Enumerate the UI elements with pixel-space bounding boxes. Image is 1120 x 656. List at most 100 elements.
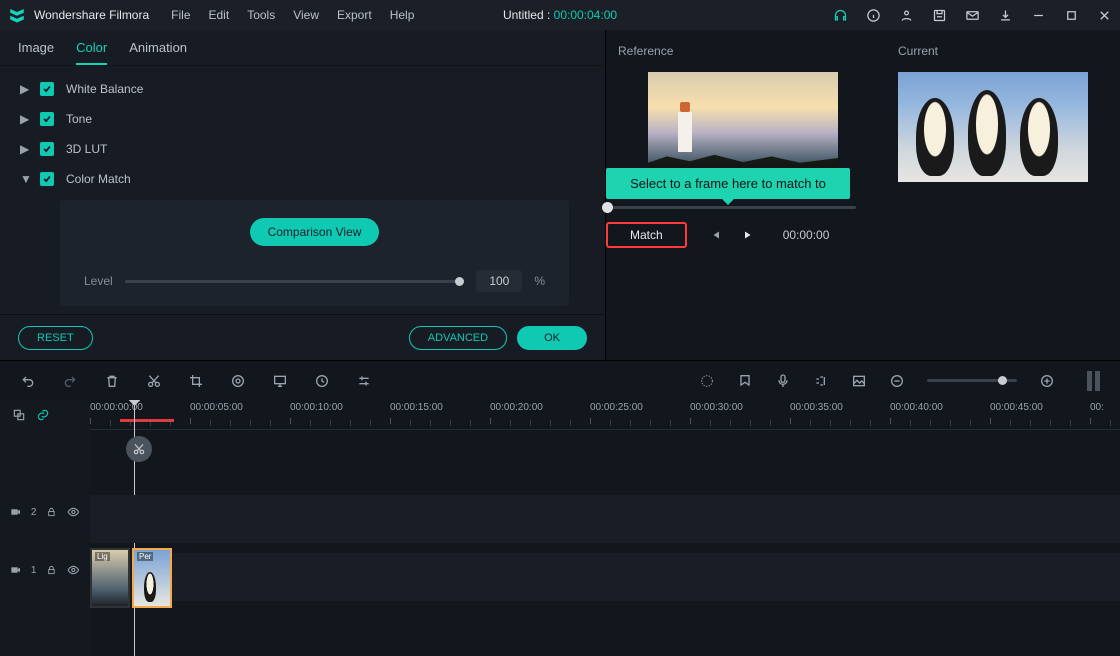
undo-icon[interactable]	[20, 373, 36, 389]
clip-penguins[interactable]: Per	[132, 548, 172, 608]
caret-down-icon: ▼	[20, 172, 28, 186]
crop-icon[interactable]	[188, 373, 204, 389]
caret-right-icon: ▶	[20, 142, 28, 156]
prev-frame-icon[interactable]	[709, 229, 721, 241]
main-menu: File Edit Tools View Export Help	[171, 8, 414, 22]
clip-1-label: Lig	[95, 552, 110, 561]
section-color-match[interactable]: ▼ Color Match	[16, 164, 589, 194]
match-button[interactable]: Match	[606, 222, 687, 248]
level-value[interactable]: 100	[476, 270, 522, 292]
checkbox-3d-lut[interactable]	[40, 142, 54, 156]
timeline: 2 1 00:00:00:0000:00:05:0000:00:10:0000:…	[0, 400, 1120, 656]
titlebar: Wondershare Filmora File Edit Tools View…	[0, 0, 1120, 30]
marker-icon[interactable]	[737, 373, 753, 389]
preview-panel: Reference Select to a frame here to matc…	[605, 30, 1120, 360]
menu-help[interactable]: Help	[390, 8, 415, 22]
section-3d-lut[interactable]: ▶ 3D LUT	[16, 134, 589, 164]
redo-icon[interactable]	[62, 373, 78, 389]
clip-lighthouse[interactable]: Lig	[90, 548, 130, 608]
tab-image[interactable]: Image	[18, 40, 54, 65]
headphones-icon[interactable]	[833, 8, 848, 23]
image-icon[interactable]	[851, 373, 867, 389]
ruler-tick: 00:00:15:00	[390, 402, 443, 413]
menu-view[interactable]: View	[293, 8, 319, 22]
reference-timecode: 00:00:00	[783, 228, 830, 242]
menu-file[interactable]: File	[171, 8, 190, 22]
scissor-handle[interactable]	[126, 436, 152, 462]
section-white-balance[interactable]: ▶ White Balance	[16, 74, 589, 104]
menu-tools[interactable]: Tools	[247, 8, 275, 22]
caret-right-icon: ▶	[20, 82, 28, 96]
timeline-tracks[interactable]: 00:00:00:0000:00:05:0000:00:10:0000:00:1…	[90, 400, 1120, 656]
document-title: Untitled : 00:00:04:00	[503, 8, 617, 22]
advanced-button[interactable]: ADVANCED	[409, 326, 507, 350]
label-white-balance: White Balance	[66, 82, 143, 96]
track-2-number: 2	[31, 507, 37, 518]
menu-export[interactable]: Export	[337, 8, 372, 22]
track-header-2: 2	[0, 488, 90, 536]
color-match-box: Comparison View Level 100 %	[60, 200, 569, 306]
close-icon[interactable]	[1097, 8, 1112, 23]
settings-sliders-icon[interactable]	[356, 373, 372, 389]
section-tone[interactable]: ▶ Tone	[16, 104, 589, 134]
speed-icon[interactable]	[314, 373, 330, 389]
reset-button[interactable]: RESET	[18, 326, 93, 350]
properties-panel: Image Color Animation ▶ White Balance ▶ …	[0, 30, 605, 360]
track-row-2[interactable]	[90, 495, 1120, 543]
caret-right-icon: ▶	[20, 112, 28, 126]
color-wheel-icon[interactable]	[230, 373, 246, 389]
checkbox-color-match[interactable]	[40, 172, 54, 186]
checkbox-tone[interactable]	[40, 112, 54, 126]
label-color-match: Color Match	[66, 172, 131, 186]
timeline-toolbar	[0, 360, 1120, 400]
reference-label: Reference	[618, 44, 868, 58]
zoom-out-icon[interactable]	[889, 373, 905, 389]
zoom-slider[interactable]	[927, 379, 1017, 382]
clip-2-label: Per	[137, 552, 153, 561]
audio-mix-icon[interactable]	[813, 373, 829, 389]
mail-icon[interactable]	[965, 8, 980, 23]
ok-button[interactable]: OK	[517, 326, 587, 350]
delete-icon[interactable]	[104, 373, 120, 389]
mic-icon[interactable]	[775, 373, 791, 389]
checkbox-white-balance[interactable]	[40, 82, 54, 96]
download-icon[interactable]	[998, 8, 1013, 23]
overlap-icon[interactable]	[12, 408, 26, 422]
app-name: Wondershare Filmora	[34, 8, 149, 22]
maximise-icon[interactable]	[1064, 8, 1079, 23]
label-level-unit: %	[534, 274, 545, 288]
lock-icon[interactable]	[46, 506, 57, 518]
doc-timecode: 00:00:04:00	[554, 8, 617, 22]
eye-icon[interactable]	[67, 563, 80, 577]
track-row-1[interactable]	[90, 553, 1120, 601]
menu-edit[interactable]: Edit	[209, 8, 230, 22]
next-frame-icon[interactable]	[743, 229, 755, 241]
minimise-icon[interactable]	[1031, 8, 1046, 23]
comparison-view-button[interactable]: Comparison View	[250, 218, 380, 246]
label-3d-lut: 3D LUT	[66, 142, 107, 156]
save-icon[interactable]	[932, 8, 947, 23]
ruler-tick: 00:00:40:00	[890, 402, 943, 413]
cut-icon[interactable]	[146, 373, 162, 389]
tab-color[interactable]: Color	[76, 40, 107, 65]
auto-enhance-icon[interactable]	[699, 373, 715, 389]
lock-icon[interactable]	[46, 564, 57, 576]
ruler-tick: 00:00:45:00	[990, 402, 1043, 413]
level-slider[interactable]	[125, 280, 465, 283]
reference-seek-bar[interactable]	[606, 206, 856, 209]
ruler-tick: 00:00:25:00	[590, 402, 643, 413]
ruler-tick: 00:00:10:00	[290, 402, 343, 413]
track-header-1: 1	[0, 546, 90, 594]
zoom-in-icon[interactable]	[1039, 373, 1055, 389]
timeline-ruler[interactable]: 00:00:00:0000:00:05:0000:00:10:0000:00:1…	[90, 400, 1120, 430]
link-icon[interactable]	[36, 408, 50, 422]
current-label: Current	[898, 44, 1108, 58]
info-icon[interactable]	[866, 8, 881, 23]
account-icon[interactable]	[899, 8, 914, 23]
monitor-icon[interactable]	[272, 373, 288, 389]
video-track-icon	[10, 564, 21, 576]
label-level: Level	[84, 274, 113, 288]
tab-animation[interactable]: Animation	[129, 40, 187, 65]
eye-icon[interactable]	[67, 505, 80, 519]
ruler-tick: 00:00:20:00	[490, 402, 543, 413]
